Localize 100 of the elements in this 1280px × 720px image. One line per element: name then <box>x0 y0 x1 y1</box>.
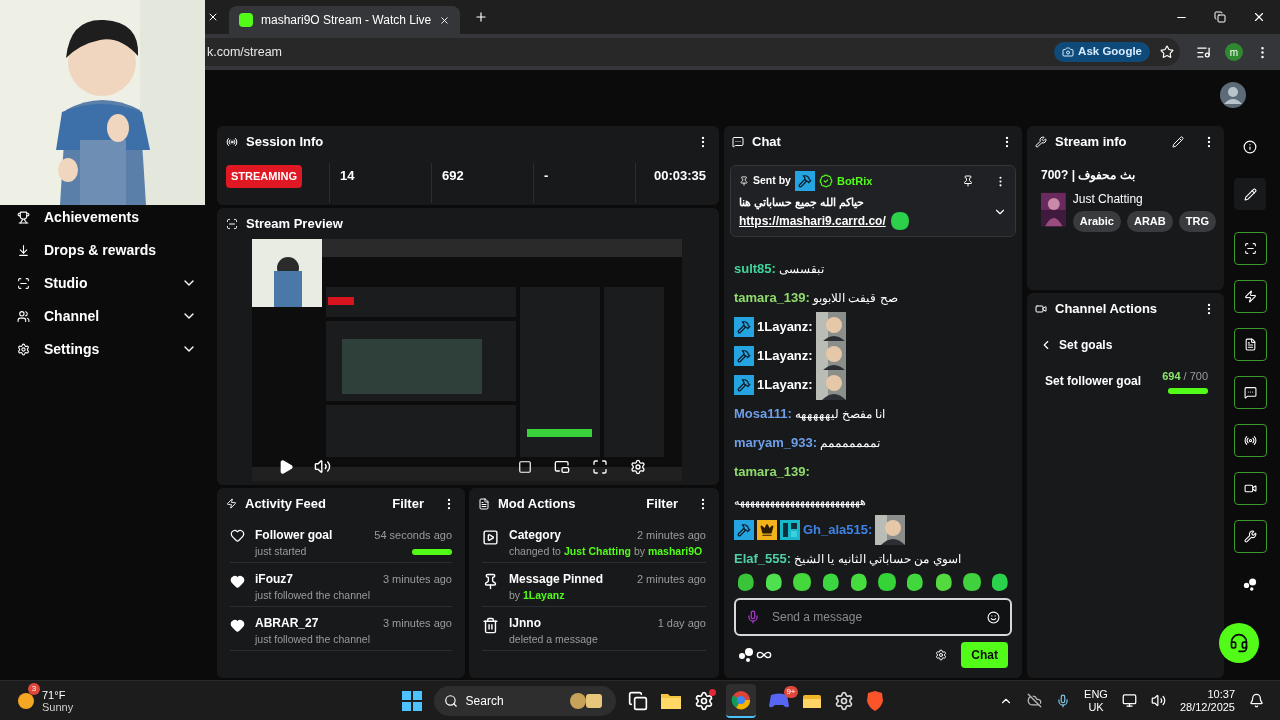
picture-in-picture-icon[interactable] <box>554 458 570 475</box>
chat-username[interactable]: Elaf_555: <box>734 549 792 566</box>
unpin-icon[interactable] <box>962 175 974 187</box>
sidebar-item[interactable]: Channel <box>0 305 205 327</box>
filter-link[interactable]: Filter <box>392 493 424 514</box>
emote-icon[interactable] <box>889 210 910 231</box>
edit-icon[interactable] <box>1172 135 1184 148</box>
clock-time[interactable]: 10:37 <box>1207 687 1235 701</box>
sidebar-item[interactable]: Studio <box>0 272 205 294</box>
chat-username[interactable]: Mosa111: <box>734 404 792 424</box>
emote-icon[interactable] <box>877 572 898 592</box>
close-icon[interactable] <box>439 14 451 26</box>
emote-icon[interactable] <box>961 572 982 592</box>
search-field[interactable]: Search <box>433 685 616 716</box>
emote-icon[interactable] <box>989 572 1010 592</box>
chat-username[interactable]: tamara_139: <box>734 288 810 308</box>
emote-icon[interactable] <box>736 572 756 592</box>
temperature: 71°F <box>42 688 67 701</box>
search-icon <box>443 693 458 708</box>
play-icon[interactable] <box>278 458 294 475</box>
panel-toggle-button[interactable] <box>1233 328 1267 361</box>
panel-toggle-button[interactable] <box>1233 376 1267 409</box>
emote-icon[interactable] <box>933 572 954 592</box>
pinned-link[interactable]: https://mashari9.carrd.co/ <box>739 211 886 230</box>
bell-icon[interactable] <box>1249 693 1264 708</box>
settings-icon[interactable] <box>833 690 854 711</box>
address-bar[interactable]: k.com/stream Ask Google <box>205 38 1180 66</box>
profile-avatar[interactable]: m <box>1225 43 1243 61</box>
microphone-icon[interactable] <box>746 610 760 624</box>
panel-toggle-button[interactable] <box>1233 280 1267 313</box>
message-text: تبقسسى <box>778 261 824 278</box>
stop-icon[interactable] <box>518 459 532 474</box>
star-icon[interactable] <box>1160 45 1174 59</box>
download-tray-icon <box>17 243 30 257</box>
panel-toggle-button[interactable] <box>1233 424 1267 457</box>
panel-toggle-button[interactable] <box>1233 232 1267 265</box>
back-link[interactable]: Set goals <box>1039 336 1113 354</box>
panel-title: Stream info <box>1055 132 1127 151</box>
restore-icon[interactable] <box>1214 11 1226 23</box>
wrench-icon <box>1243 530 1257 543</box>
info-icon[interactable] <box>1243 140 1257 154</box>
windows-icon[interactable] <box>401 690 422 711</box>
volume-icon[interactable] <box>314 458 331 475</box>
emote-icon[interactable] <box>792 572 813 592</box>
close-icon[interactable] <box>207 11 219 23</box>
gear-icon[interactable] <box>693 690 714 711</box>
monitor-icon[interactable] <box>1121 693 1137 708</box>
dots-logo-icon <box>1243 578 1257 591</box>
settings-icon[interactable] <box>935 649 948 661</box>
tag[interactable]: ARAB <box>1127 211 1173 232</box>
broadcast-icon <box>226 136 238 148</box>
close-icon[interactable] <box>1252 10 1266 24</box>
chat-username[interactable]: Gh_ala515: <box>803 520 873 540</box>
support-button[interactable] <box>1219 623 1259 663</box>
sun-icon[interactable] <box>16 690 36 711</box>
chat-username[interactable]: 1Layanz: <box>757 346 813 366</box>
chat-username[interactable]: 1Layanz: <box>757 375 813 395</box>
edit-button[interactable] <box>1234 178 1266 210</box>
chat-username[interactable]: tamara_139: <box>734 462 810 482</box>
settings-icon[interactable] <box>630 458 646 475</box>
emote-icon[interactable] <box>905 572 926 592</box>
chat-username[interactable]: maryam_933: <box>734 433 818 453</box>
filter-link[interactable]: Filter <box>646 493 678 514</box>
sidebar-item[interactable]: Drops & rewards <box>0 239 205 261</box>
smile-icon[interactable] <box>987 610 1000 624</box>
tag[interactable]: TRG <box>1178 211 1216 232</box>
message-input[interactable]: Send a message <box>772 608 975 626</box>
browser-tab[interactable]: mashari9O Stream - Watch Live <box>229 6 461 34</box>
avatar-icon[interactable] <box>1220 82 1246 108</box>
clock-date[interactable]: 28/12/2025 <box>1179 700 1235 714</box>
action-detail: deleted a message <box>509 632 599 647</box>
new-tab-icon[interactable] <box>474 10 489 24</box>
panel-toggle-button[interactable] <box>1233 520 1267 553</box>
progress-bar <box>1168 387 1208 394</box>
shield-icon[interactable] <box>865 690 884 711</box>
active-app-button[interactable] <box>725 683 756 718</box>
tag[interactable]: Arabic <box>1072 211 1121 232</box>
ask-google-button[interactable]: Ask Google <box>1054 42 1150 62</box>
action-title: lJnno <box>509 615 541 632</box>
panel-toggle-button[interactable] <box>1233 472 1267 505</box>
message-field[interactable]: Send a message <box>734 598 1012 636</box>
chat-username[interactable]: 1Layanz: <box>757 317 813 337</box>
fullscreen-icon[interactable] <box>592 458 608 475</box>
verified-icon <box>818 174 833 188</box>
hammer-badge-icon <box>734 375 754 395</box>
media-icon[interactable] <box>1196 44 1211 60</box>
task-view-icon[interactable] <box>627 690 648 711</box>
chat-username[interactable]: sult85: <box>734 259 776 279</box>
region[interactable]: UK <box>1088 700 1104 714</box>
sidebar-item[interactable]: Achievements <box>0 206 205 228</box>
language[interactable]: ENG <box>1084 687 1108 701</box>
sidebar-item[interactable]: Settings <box>0 338 205 360</box>
chat-send-button[interactable]: Chat <box>961 642 1008 668</box>
emote-icon[interactable] <box>848 572 869 592</box>
cloud-off-icon[interactable] <box>1027 693 1043 708</box>
emote-icon[interactable] <box>820 572 841 592</box>
volume-icon[interactable] <box>1150 693 1166 708</box>
emote-icon[interactable] <box>764 572 785 592</box>
microphone-icon[interactable] <box>1056 693 1071 708</box>
category-name[interactable]: Just Chatting <box>1072 190 1216 208</box>
